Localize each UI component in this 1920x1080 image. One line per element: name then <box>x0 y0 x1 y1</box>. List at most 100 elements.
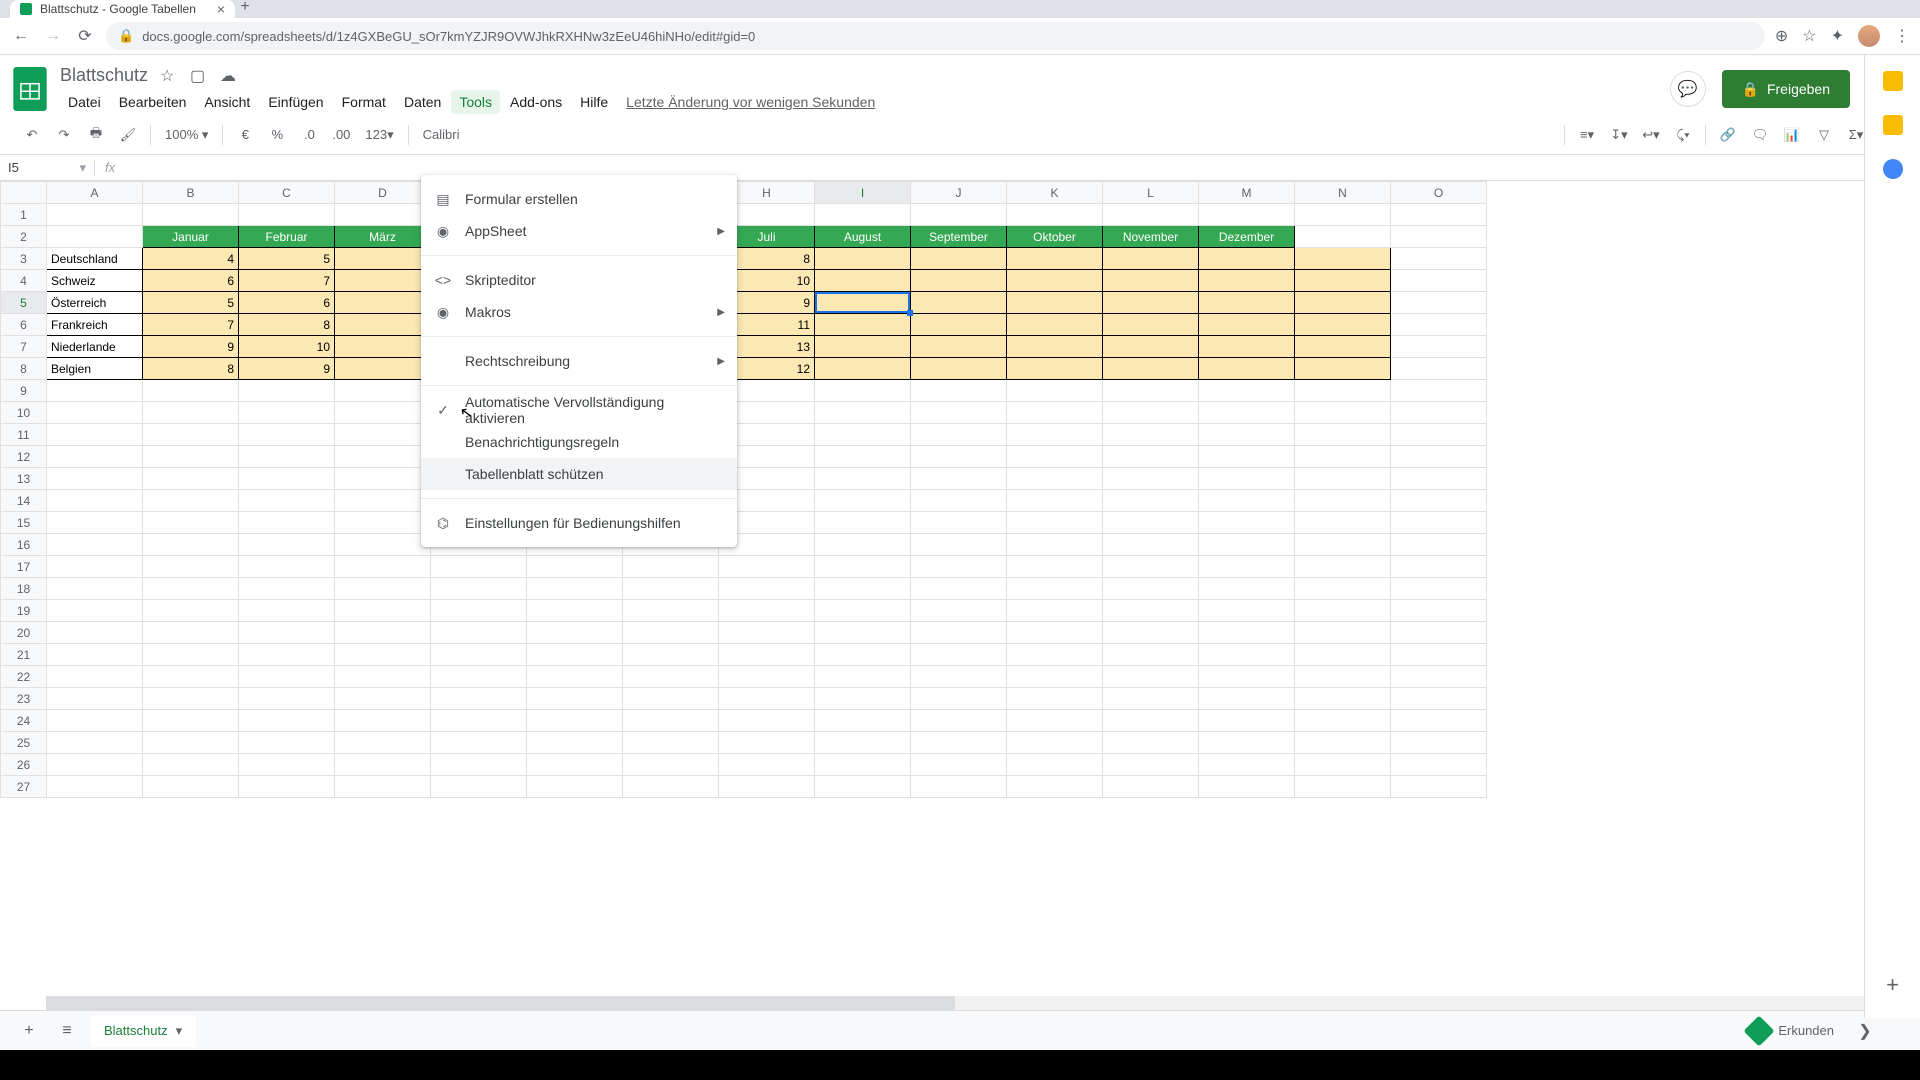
cell-K17[interactable] <box>1007 556 1103 578</box>
cell-J23[interactable] <box>911 688 1007 710</box>
cell-N26[interactable] <box>1295 754 1391 776</box>
row-header-17[interactable]: 17 <box>1 556 47 578</box>
cell-K6[interactable] <box>1007 314 1103 336</box>
cell-L3[interactable] <box>1103 248 1199 270</box>
cell-G24[interactable] <box>623 710 719 732</box>
cell-C10[interactable] <box>239 402 335 424</box>
cell-I3[interactable] <box>815 248 911 270</box>
tasks-addon-icon[interactable] <box>1883 159 1903 179</box>
cell-A21[interactable] <box>47 644 143 666</box>
sheets-logo-icon[interactable] <box>10 63 50 115</box>
cell-E25[interactable] <box>431 732 527 754</box>
horizontal-scrollbar[interactable] <box>46 996 1864 1010</box>
row-header-1[interactable]: 1 <box>1 204 47 226</box>
cell-L23[interactable] <box>1103 688 1199 710</box>
cell-J5[interactable] <box>911 292 1007 314</box>
cell-L17[interactable] <box>1103 556 1199 578</box>
cell-K5[interactable] <box>1007 292 1103 314</box>
column-header-L[interactable]: L <box>1103 182 1199 204</box>
cell-D24[interactable] <box>335 710 431 732</box>
cell-N11[interactable] <box>1295 424 1391 446</box>
cell-M18[interactable] <box>1199 578 1295 600</box>
cell-D10[interactable] <box>335 402 431 424</box>
cell-J20[interactable] <box>911 622 1007 644</box>
cell-F21[interactable] <box>527 644 623 666</box>
cell-I21[interactable] <box>815 644 911 666</box>
menu-hilfe[interactable]: Hilfe <box>572 90 616 114</box>
cell-O23[interactable] <box>1391 688 1487 710</box>
cell-D3[interactable] <box>335 248 431 270</box>
cell-J16[interactable] <box>911 534 1007 556</box>
menu-einfügen[interactable]: Einfügen <box>260 90 331 114</box>
cell-O9[interactable] <box>1391 380 1487 402</box>
cell-E18[interactable] <box>431 578 527 600</box>
row-header-25[interactable]: 25 <box>1 732 47 754</box>
cell-E23[interactable] <box>431 688 527 710</box>
cell-F18[interactable] <box>527 578 623 600</box>
cell-M25[interactable] <box>1199 732 1295 754</box>
cell-J19[interactable] <box>911 600 1007 622</box>
tools-menu-formular-erstellen[interactable]: ▤Formular erstellen <box>421 183 737 215</box>
cell-L16[interactable] <box>1103 534 1199 556</box>
cell-J14[interactable] <box>911 490 1007 512</box>
cell-M13[interactable] <box>1199 468 1295 490</box>
cell-B19[interactable] <box>143 600 239 622</box>
cell-O22[interactable] <box>1391 666 1487 688</box>
spreadsheet-grid[interactable]: ABCDEFGHIJKLMNO12JanuarFebruarMärzAprilM… <box>0 181 1920 1006</box>
cell-J6[interactable] <box>911 314 1007 336</box>
cell-A20[interactable] <box>47 622 143 644</box>
calendar-addon-icon[interactable] <box>1883 71 1903 91</box>
cell-D20[interactable] <box>335 622 431 644</box>
cell-I10[interactable] <box>815 402 911 424</box>
cell-N21[interactable] <box>1295 644 1391 666</box>
cell-B10[interactable] <box>143 402 239 424</box>
add-sheet-button[interactable]: + <box>14 1016 44 1046</box>
cell-N8[interactable] <box>1295 358 1391 380</box>
cell-I23[interactable] <box>815 688 911 710</box>
cell-M24[interactable] <box>1199 710 1295 732</box>
tools-menu-tabellenblatt-sch-tzen[interactable]: Tabellenblatt schützen <box>421 458 737 490</box>
name-box[interactable]: I5▾ <box>0 160 95 176</box>
column-header-A[interactable]: A <box>47 182 143 204</box>
cell-C3[interactable]: 5 <box>239 248 335 270</box>
cell-K16[interactable] <box>1007 534 1103 556</box>
cell-G20[interactable] <box>623 622 719 644</box>
cell-C13[interactable] <box>239 468 335 490</box>
cloud-status-icon[interactable]: ☁ <box>220 66 238 84</box>
cell-O17[interactable] <box>1391 556 1487 578</box>
cell-D15[interactable] <box>335 512 431 534</box>
undo-button[interactable]: ↶ <box>18 121 46 149</box>
decrease-decimal-button[interactable]: .0 <box>295 121 323 149</box>
cell-A5[interactable]: Österreich <box>47 292 143 314</box>
cell-C12[interactable] <box>239 446 335 468</box>
column-header-M[interactable]: M <box>1199 182 1295 204</box>
cell-D7[interactable] <box>335 336 431 358</box>
tools-menu-makros[interactable]: ◉Makros▶ <box>421 296 737 328</box>
cell-C8[interactable]: 9 <box>239 358 335 380</box>
cell-N20[interactable] <box>1295 622 1391 644</box>
cell-F17[interactable] <box>527 556 623 578</box>
cell-E24[interactable] <box>431 710 527 732</box>
cell-A6[interactable]: Frankreich <box>47 314 143 336</box>
cell-E20[interactable] <box>431 622 527 644</box>
cell-N24[interactable] <box>1295 710 1391 732</box>
cell-M23[interactable] <box>1199 688 1295 710</box>
menu-datei[interactable]: Datei <box>60 90 109 114</box>
cell-C15[interactable] <box>239 512 335 534</box>
menu-format[interactable]: Format <box>334 90 394 114</box>
cell-O20[interactable] <box>1391 622 1487 644</box>
cell-H23[interactable] <box>719 688 815 710</box>
row-header-15[interactable]: 15 <box>1 512 47 534</box>
cell-D25[interactable] <box>335 732 431 754</box>
cell-O15[interactable] <box>1391 512 1487 534</box>
cell-C4[interactable]: 7 <box>239 270 335 292</box>
cell-I27[interactable] <box>815 776 911 798</box>
cell-D6[interactable] <box>335 314 431 336</box>
cell-E26[interactable] <box>431 754 527 776</box>
cell-K21[interactable] <box>1007 644 1103 666</box>
cell-I17[interactable] <box>815 556 911 578</box>
cell-C14[interactable] <box>239 490 335 512</box>
sheet-tab-menu-icon[interactable]: ▾ <box>176 1023 183 1039</box>
cell-J13[interactable] <box>911 468 1007 490</box>
cell-L11[interactable] <box>1103 424 1199 446</box>
